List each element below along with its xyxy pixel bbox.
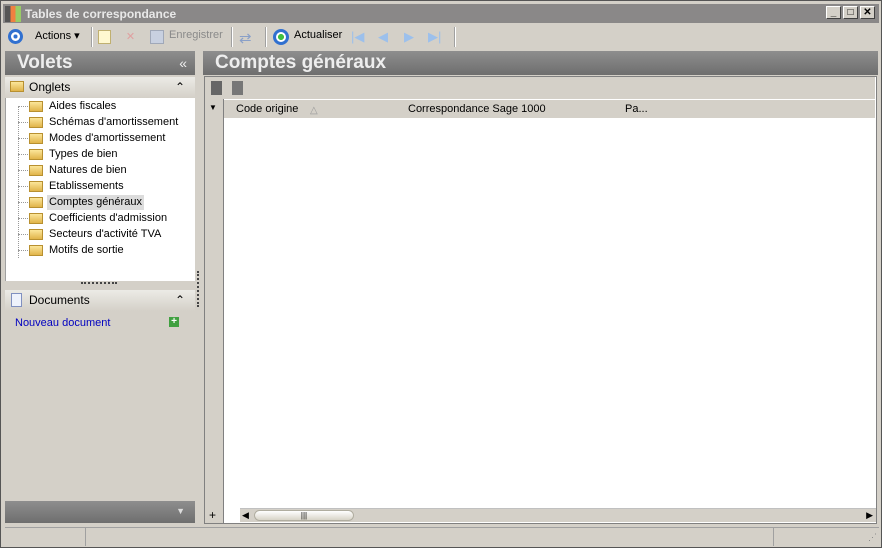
tree-item[interactable]: Comptes généraux bbox=[47, 195, 144, 210]
new-icon[interactable] bbox=[98, 30, 111, 44]
actions-label: Actions bbox=[35, 30, 72, 42]
main-header: Comptes généraux bbox=[203, 51, 878, 75]
panes-footer: ▼ bbox=[5, 501, 195, 523]
actions-menu[interactable]: Actions ▾ bbox=[35, 29, 80, 42]
folder-icon bbox=[29, 213, 43, 224]
page-icon[interactable] bbox=[211, 81, 222, 95]
tree-item[interactable]: Types de bien bbox=[47, 147, 120, 162]
page-export-icon[interactable] bbox=[232, 81, 243, 95]
tree-item[interactable]: Secteurs d'activité TVA bbox=[47, 227, 163, 242]
last-icon[interactable]: ▶| bbox=[428, 29, 441, 45]
collapse-button[interactable]: « bbox=[179, 51, 187, 75]
window-title: Tables de correspondance bbox=[25, 7, 177, 21]
column-chooser-icon[interactable]: ▼ bbox=[209, 103, 217, 112]
sort-ascending-icon: △ bbox=[310, 105, 318, 116]
tree-item[interactable]: Aides fiscales bbox=[47, 99, 118, 114]
first-icon[interactable]: |◀ bbox=[351, 29, 364, 45]
tree-dots bbox=[18, 122, 28, 123]
separator bbox=[91, 27, 93, 47]
horizontal-scrollbar[interactable]: ◀ ||| ▶ bbox=[240, 508, 876, 522]
tree-item[interactable]: Coefficients d'admission bbox=[47, 211, 169, 226]
folder-icon bbox=[29, 229, 43, 240]
documents-section-header[interactable]: Documents ⌃ bbox=[5, 290, 195, 311]
save-button: Enregistrer bbox=[169, 29, 223, 41]
separator bbox=[231, 27, 233, 47]
refresh-button[interactable]: Actualiser bbox=[294, 29, 342, 41]
folder-icon bbox=[10, 81, 24, 92]
collapse-chevron-icon[interactable]: ⌃ bbox=[175, 77, 185, 98]
grid bbox=[204, 76, 877, 524]
add-row-button[interactable]: + bbox=[209, 508, 216, 522]
grid-toolbar bbox=[205, 77, 875, 99]
app-icon bbox=[5, 6, 21, 22]
separator bbox=[265, 27, 267, 47]
toolbar: Actions ▾ ✕ Enregistrer ⇄ Actualiser |◀ … bbox=[3, 25, 879, 49]
folder-icon bbox=[29, 117, 43, 128]
panes-header: Volets « bbox=[5, 51, 195, 75]
target-icon[interactable] bbox=[8, 29, 23, 44]
tree-item[interactable]: Motifs de sortie bbox=[47, 243, 126, 258]
documents-section-label: Documents bbox=[29, 293, 90, 307]
folder-icon bbox=[29, 197, 43, 208]
tree-dots bbox=[18, 218, 28, 219]
column-header-correspondance[interactable]: Correspondance Sage 1000 bbox=[408, 103, 546, 115]
document-icon bbox=[11, 293, 22, 307]
tree-dots bbox=[18, 234, 28, 235]
tree-item[interactable]: Schémas d'amortissement bbox=[47, 115, 180, 130]
tree-dots bbox=[18, 250, 28, 251]
tree-dots bbox=[18, 186, 28, 187]
next-icon[interactable]: ▶ bbox=[404, 29, 414, 45]
tree-dots bbox=[18, 138, 28, 139]
delete-icon: ✕ bbox=[125, 31, 136, 43]
status-bar: ⋰ bbox=[5, 527, 879, 546]
prev-icon[interactable]: ◀ bbox=[378, 29, 388, 45]
splitter-handle[interactable] bbox=[81, 282, 117, 285]
panes-title: Volets bbox=[17, 52, 73, 73]
main-title: Comptes généraux bbox=[215, 52, 387, 73]
scroll-left-icon[interactable]: ◀ bbox=[242, 510, 249, 521]
folder-icon bbox=[29, 181, 43, 192]
new-document-link[interactable]: Nouveau document bbox=[15, 317, 110, 329]
maximize-button[interactable]: □ bbox=[843, 6, 858, 19]
folder-icon bbox=[29, 165, 43, 176]
column-header-pa[interactable]: Pa... bbox=[625, 103, 648, 115]
folder-icon bbox=[29, 133, 43, 144]
resize-grip-icon[interactable]: ⋰ bbox=[868, 532, 877, 543]
folder-icon bbox=[29, 245, 43, 256]
scroll-right-icon[interactable]: ▶ bbox=[866, 510, 873, 521]
tree-item[interactable]: Etablissements bbox=[47, 179, 126, 194]
folder-icon bbox=[29, 101, 43, 112]
collapse-chevron-icon[interactable]: ⌃ bbox=[175, 290, 185, 311]
close-button[interactable]: ✕ bbox=[860, 6, 875, 19]
folder-icon bbox=[29, 149, 43, 160]
title-bar: Tables de correspondance _ □ ✕ bbox=[3, 4, 879, 23]
sync-icon[interactable]: ⇄ bbox=[239, 29, 252, 47]
refresh-icon[interactable] bbox=[273, 29, 289, 45]
tree-dots bbox=[18, 154, 28, 155]
scroll-thumb[interactable]: ||| bbox=[254, 510, 354, 521]
tree-dots bbox=[18, 106, 28, 107]
row-selector-column: ▼ + bbox=[205, 99, 224, 523]
tree-dots bbox=[18, 170, 28, 171]
separator bbox=[454, 27, 456, 47]
minimize-button[interactable]: _ bbox=[826, 6, 841, 19]
tree-item[interactable]: Natures de bien bbox=[47, 163, 129, 178]
add-icon[interactable]: + bbox=[169, 317, 179, 327]
column-header-code-origine[interactable]: Code origine bbox=[236, 103, 298, 115]
vertical-splitter[interactable] bbox=[197, 271, 200, 307]
tabs-section-label: Onglets bbox=[29, 80, 71, 94]
tabs-section-header[interactable]: Onglets ⌃ bbox=[5, 77, 195, 98]
tree-dots bbox=[18, 202, 28, 203]
save-icon bbox=[150, 30, 164, 44]
menu-chevron-icon[interactable]: ▼ bbox=[176, 506, 185, 516]
tree-item[interactable]: Modes d'amortissement bbox=[47, 131, 167, 146]
